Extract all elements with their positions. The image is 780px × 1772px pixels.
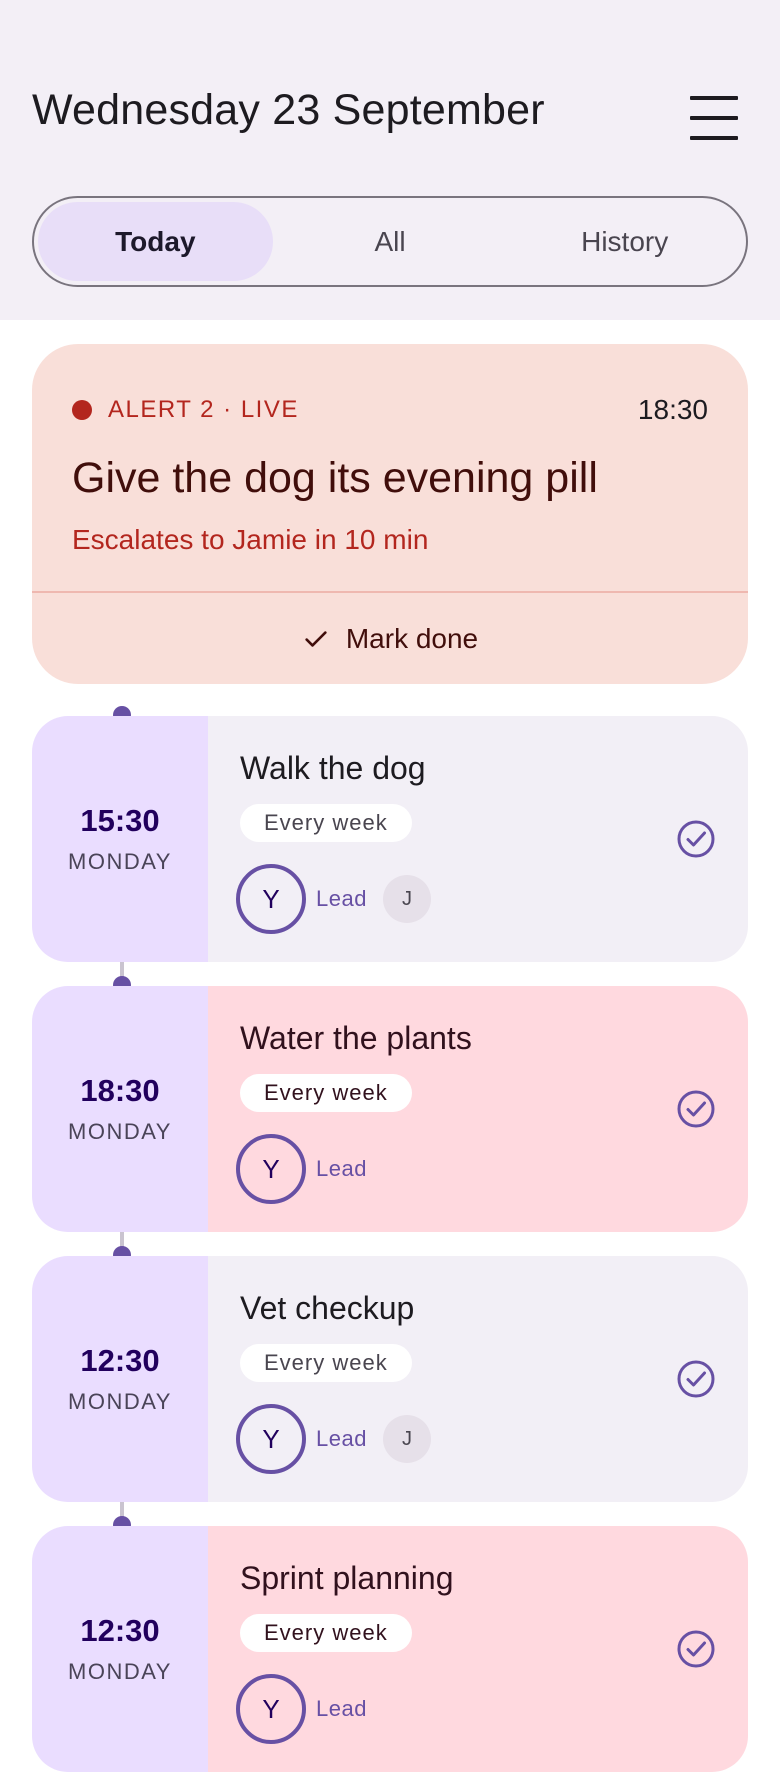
recurrence-chip: Every week bbox=[240, 1344, 412, 1382]
task-time: 18:30 bbox=[80, 1073, 160, 1108]
assignees: Y Lead bbox=[236, 1134, 367, 1204]
assignees: Y Lead J bbox=[236, 1404, 431, 1474]
assignees: Y Lead bbox=[236, 1674, 367, 1744]
alert-title: Give the dog its evening pill bbox=[72, 454, 598, 502]
avatar[interactable]: J bbox=[382, 875, 431, 923]
check-circle-icon[interactable] bbox=[676, 819, 716, 859]
recurrence-chip: Every week bbox=[240, 1614, 412, 1652]
task-time-column: 12:30 MONDAY bbox=[32, 1526, 208, 1772]
page-title: Wednesday 23 September bbox=[32, 86, 545, 134]
avatar[interactable]: Y bbox=[236, 1404, 306, 1474]
task-title: Vet checkup bbox=[240, 1290, 415, 1326]
role-label: Lead bbox=[316, 1156, 367, 1181]
view-tabs: Today All History bbox=[32, 196, 748, 287]
tab-history[interactable]: History bbox=[507, 202, 742, 281]
recurrence-chip: Every week bbox=[240, 804, 412, 842]
task-card[interactable]: 12:30 MONDAY Vet checkup Every week Y Le… bbox=[32, 1256, 748, 1502]
role-label: Lead bbox=[316, 886, 367, 911]
tab-today[interactable]: Today bbox=[38, 202, 273, 281]
task-day: MONDAY bbox=[68, 1119, 172, 1144]
task-day: MONDAY bbox=[68, 1389, 172, 1414]
task-card[interactable]: 18:30 MONDAY Water the plants Every week… bbox=[32, 986, 748, 1232]
role-label: Lead bbox=[316, 1696, 367, 1721]
avatar[interactable]: Y bbox=[236, 1674, 306, 1744]
avatar[interactable]: Y bbox=[236, 864, 306, 934]
app-header: Wednesday 23 September Today All History bbox=[0, 0, 780, 320]
task-title: Sprint planning bbox=[240, 1560, 454, 1596]
tab-all[interactable]: All bbox=[273, 202, 508, 281]
role-label: Lead bbox=[316, 1426, 367, 1451]
mark-done-button[interactable]: Mark done bbox=[32, 593, 748, 684]
task-time-column: 18:30 MONDAY bbox=[32, 986, 208, 1232]
task-time-column: 12:30 MONDAY bbox=[32, 1256, 208, 1502]
task-time-column: 15:30 MONDAY bbox=[32, 716, 208, 962]
live-dot-icon bbox=[72, 400, 92, 420]
assignees: Y Lead J bbox=[236, 864, 431, 934]
mark-done-label: Mark done bbox=[345, 622, 479, 654]
check-circle-icon[interactable] bbox=[676, 1629, 716, 1669]
avatar[interactable]: J bbox=[382, 1415, 431, 1463]
task-day: MONDAY bbox=[68, 849, 172, 874]
task-time: 12:30 bbox=[80, 1343, 160, 1378]
alert-escalation: Escalates to Jamie in 10 min bbox=[72, 524, 429, 555]
task-card[interactable]: 12:30 MONDAY Sprint planning Every week … bbox=[32, 1526, 748, 1772]
menu-icon[interactable] bbox=[690, 96, 740, 140]
recurrence-chip: Every week bbox=[240, 1074, 412, 1112]
alert-time: 18:30 bbox=[637, 394, 708, 425]
task-title: Water the plants bbox=[240, 1020, 472, 1056]
task-time: 15:30 bbox=[80, 803, 160, 838]
task-time: 12:30 bbox=[80, 1613, 160, 1648]
task-day: MONDAY bbox=[68, 1659, 172, 1684]
check-icon bbox=[305, 630, 327, 647]
task-title: Walk the dog bbox=[240, 750, 426, 786]
alert-status-label: ALERT 2 · LIVE bbox=[108, 396, 299, 423]
task-card[interactable]: 15:30 MONDAY Walk the dog Every week Y L… bbox=[32, 716, 748, 962]
check-circle-icon[interactable] bbox=[676, 1359, 716, 1399]
avatar[interactable]: Y bbox=[236, 1134, 306, 1204]
check-circle-icon[interactable] bbox=[676, 1089, 716, 1129]
alert-card: ALERT 2 · LIVE 18:30 Give the dog its ev… bbox=[32, 344, 748, 684]
